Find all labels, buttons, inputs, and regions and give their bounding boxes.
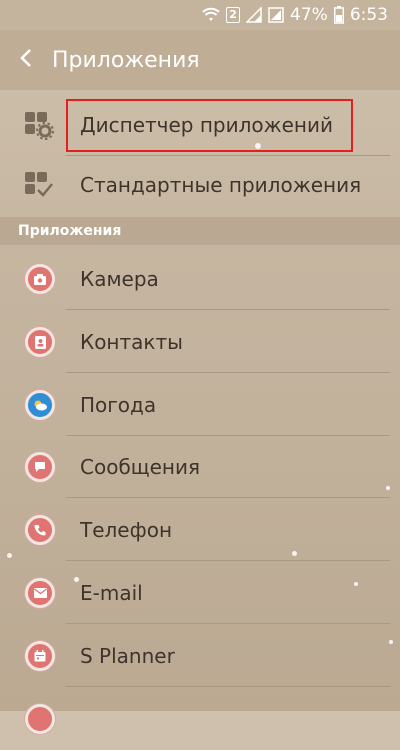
snow-dot xyxy=(255,143,261,149)
sim-2-icon: 2 xyxy=(226,7,241,23)
divider xyxy=(66,372,390,373)
app-item-weather[interactable]: Погода xyxy=(0,374,400,436)
snow-dot xyxy=(386,486,390,490)
app-item-partial[interactable] xyxy=(0,688,400,750)
app-bar: Приложения xyxy=(0,30,400,90)
app-label: Погода xyxy=(80,393,157,417)
contacts-icon xyxy=(25,327,55,357)
chevron-left-icon xyxy=(19,48,33,72)
app-label: E-mail xyxy=(80,581,143,605)
battery-icon xyxy=(333,6,344,24)
app-label: Контакты xyxy=(80,330,183,354)
message-icon xyxy=(25,452,55,482)
snow-dot xyxy=(7,553,12,558)
apps-check-icon xyxy=(0,170,80,200)
app-label: S Planner xyxy=(80,644,175,668)
app-label: Камера xyxy=(80,267,159,291)
default-apps-label: Стандартные приложения xyxy=(80,173,362,197)
app-icon xyxy=(25,704,55,734)
clock: 6:53 xyxy=(349,5,388,25)
battery-percent: 47% xyxy=(290,5,328,25)
snow-dot xyxy=(74,577,79,582)
camera-icon xyxy=(25,264,55,294)
app-item-contacts[interactable]: Контакты xyxy=(0,311,400,373)
snow-dot xyxy=(292,551,297,556)
snow-dot xyxy=(354,582,358,586)
divider xyxy=(66,309,390,310)
wifi-icon xyxy=(202,7,220,23)
phone-icon xyxy=(25,515,55,545)
app-item-messages[interactable]: Сообщения xyxy=(0,436,400,498)
signal-icon xyxy=(268,7,284,23)
back-button[interactable] xyxy=(0,30,52,90)
signal-icon xyxy=(246,7,262,23)
divider xyxy=(66,686,390,687)
apps-gear-icon xyxy=(0,110,80,140)
weather-icon xyxy=(25,390,55,420)
app-item-email[interactable]: E-mail xyxy=(0,562,400,624)
app-manager-label: Диспетчер приложений xyxy=(80,113,334,137)
app-item-camera[interactable]: Камера xyxy=(0,248,400,310)
section-header: Приложения xyxy=(0,217,400,245)
app-label: Сообщения xyxy=(80,455,201,479)
divider xyxy=(66,623,390,624)
app-item-s-planner[interactable]: S Planner xyxy=(0,625,400,687)
divider xyxy=(66,497,390,498)
page-title: Приложения xyxy=(52,47,200,73)
app-manager-item[interactable]: Диспетчер приложений xyxy=(0,94,400,156)
default-apps-item[interactable]: Стандартные приложения xyxy=(0,154,400,216)
calendar-icon xyxy=(25,641,55,671)
divider xyxy=(66,560,390,561)
email-icon xyxy=(25,578,55,608)
app-item-phone[interactable]: Телефон xyxy=(0,499,400,561)
status-bar: 2 47% 6:53 xyxy=(0,0,400,30)
app-label: Телефон xyxy=(80,518,173,542)
snow-dot xyxy=(389,640,393,644)
